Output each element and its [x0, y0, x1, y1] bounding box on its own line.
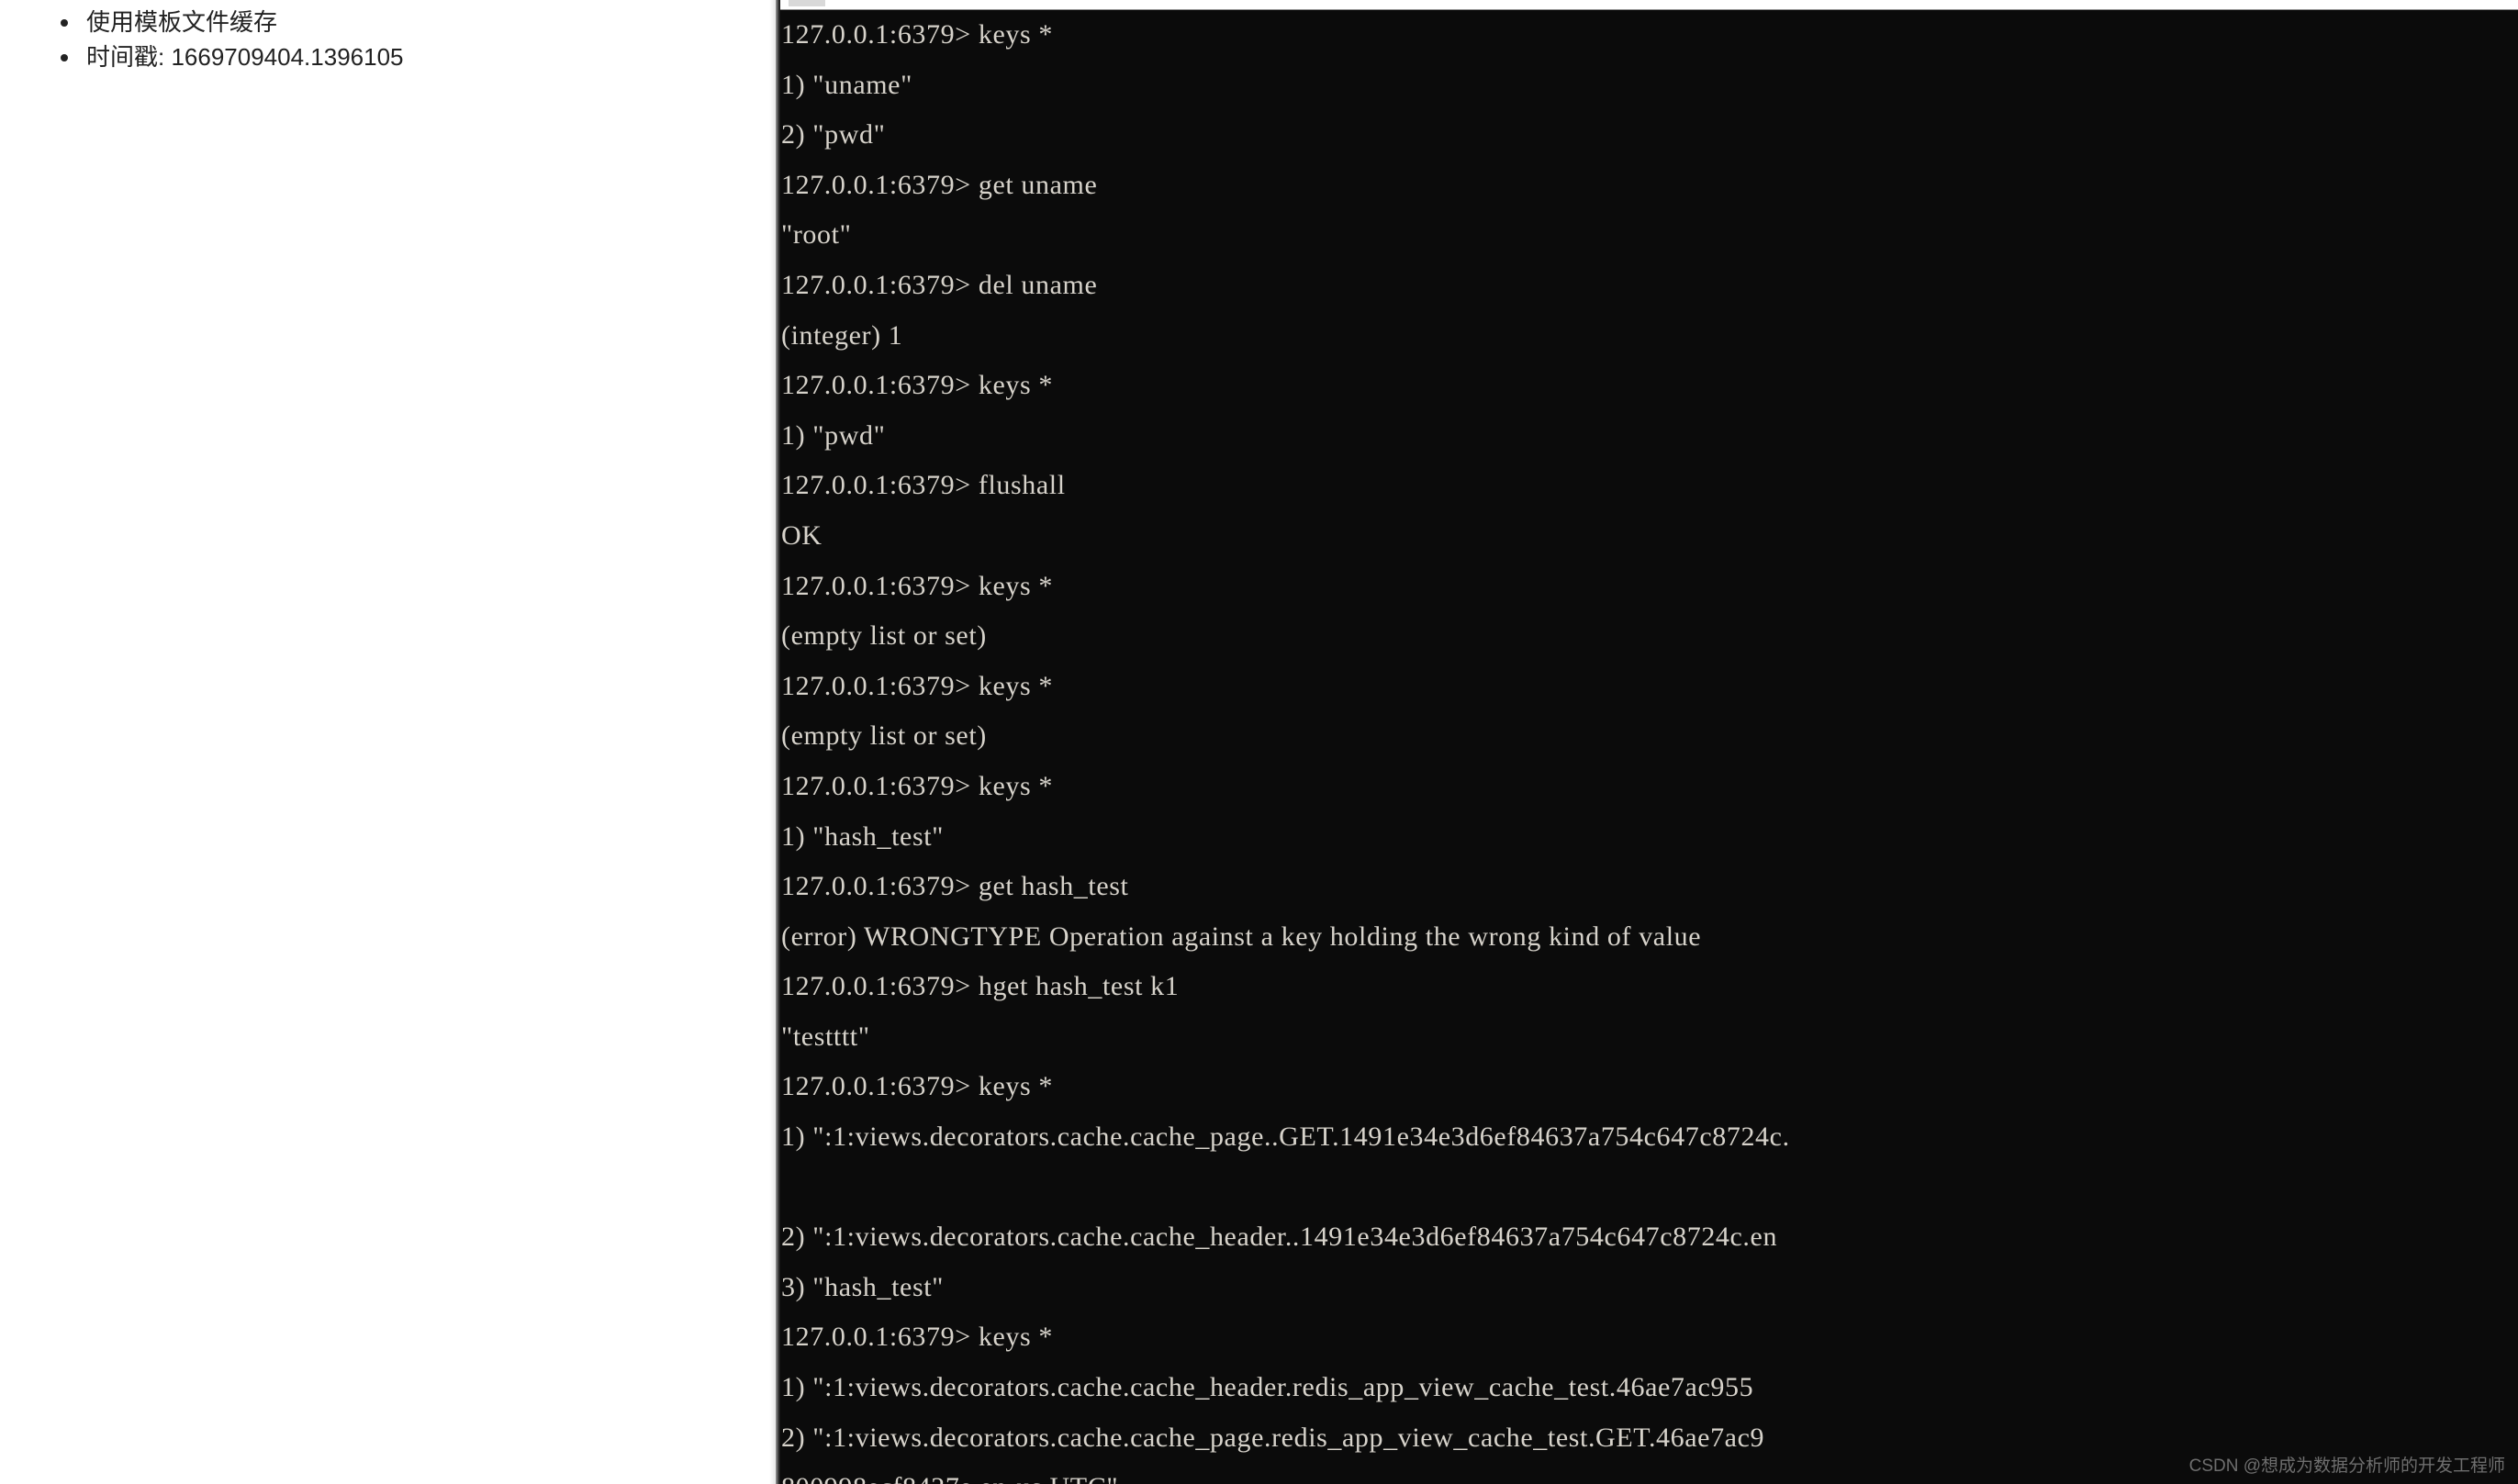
- terminal-line: 2) "pwd": [781, 119, 886, 151]
- terminal-line: 127.0.0.1:6379> keys *: [781, 570, 1053, 601]
- terminal-output[interactable]: 127.0.0.1:6379> keys * 1) "uname" 2) "pwd"…: [776, 10, 2518, 1484]
- terminal-line: 127.0.0.1:6379> hget hash_test k1: [781, 971, 1180, 1002]
- terminal-line: 2) ":1:views.decorators.cache.cache_head…: [781, 1222, 1778, 1253]
- terminal-line: 1) ":1:views.decorators.cache.cache_page…: [781, 1121, 1790, 1153]
- terminal-line: 1) "hash_test": [781, 820, 945, 852]
- terminal-line: 127.0.0.1:6379> keys *: [781, 1071, 1053, 1102]
- terminal-line: (error) WRONGTYPE Operation against a ke…: [781, 921, 1702, 952]
- terminal-window[interactable]: 127.0.0.1:6379> keys * 1) "uname" 2) "pwd"…: [776, 0, 2518, 1484]
- terminal-line: 127.0.0.1:6379> get hash_test: [781, 871, 1129, 902]
- terminal-line: 127.0.0.1:6379> del uname: [781, 269, 1098, 300]
- list-item: 时间戳: 1669709404.1396105: [57, 39, 404, 74]
- terminal-line: 127.0.0.1:6379> keys *: [781, 670, 1053, 701]
- terminal-line: 127.0.0.1:6379> keys *: [781, 370, 1053, 401]
- terminal-line: 3) "hash_test": [781, 1271, 945, 1302]
- list-item: 使用模板文件缓存: [57, 5, 404, 39]
- terminal-line: OK: [781, 519, 823, 551]
- terminal-line: 1) ":1:views.decorators.cache.cache_head…: [781, 1372, 1754, 1403]
- terminal-line: "testttt": [781, 1021, 870, 1052]
- terminal-line: 127.0.0.1:6379> keys *: [781, 770, 1053, 801]
- terminal-line: (empty list or set): [781, 620, 987, 652]
- document-pane: 使用模板文件缓存 时间戳: 1669709404.1396105: [0, 0, 776, 1484]
- terminal-line: (integer) 1: [781, 319, 903, 351]
- terminal-line: 127.0.0.1:6379> flushall: [781, 470, 1066, 501]
- csdn-watermark: CSDN @想成为数据分析师的开发工程师: [2188, 1456, 2505, 1476]
- terminal-line: 1) "uname": [781, 69, 912, 100]
- titlebar-button[interactable]: [789, 0, 825, 6]
- terminal-line: (empty list or set): [781, 720, 987, 752]
- terminal-line: 127.0.0.1:6379> get uname: [781, 169, 1098, 200]
- terminal-titlebar[interactable]: [776, 0, 2518, 10]
- terminal-line: 127.0.0.1:6379> keys *: [781, 1322, 1053, 1353]
- bullet-list: 使用模板文件缓存 时间戳: 1669709404.1396105: [57, 5, 404, 74]
- terminal-line: 127.0.0.1:6379> keys *: [781, 19, 1053, 50]
- terminal-line: 1) "pwd": [781, 419, 886, 451]
- terminal-line: "root": [781, 219, 852, 251]
